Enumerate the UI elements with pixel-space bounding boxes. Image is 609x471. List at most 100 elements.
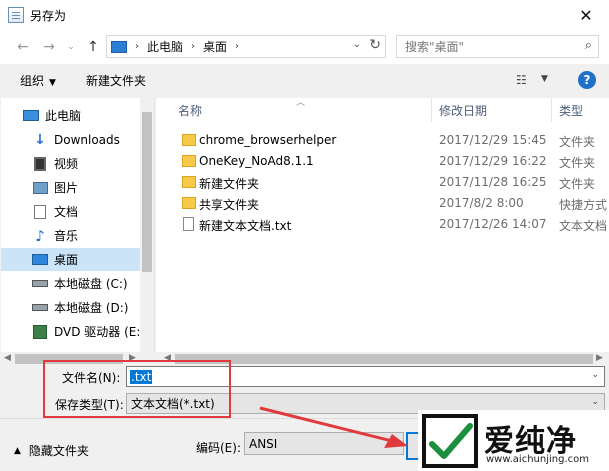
file-date: 2017/12/26 14:07 xyxy=(439,217,547,231)
scroll-right-icon[interactable]: ▶ xyxy=(596,353,603,363)
caret-down-icon[interactable]: ▼ xyxy=(541,74,548,84)
hide-folders-label: 隐藏文件夹 xyxy=(28,444,89,458)
recent-dropdown-icon[interactable]: ⌄ xyxy=(62,38,80,56)
nav-label: 图片 xyxy=(54,181,79,195)
watermark-url: www.aichunjing.com xyxy=(486,454,589,465)
chevron-down-icon[interactable]: ⌄ xyxy=(353,39,361,50)
file-date: 2017/12/29 16:22 xyxy=(439,154,547,168)
search-placeholder: 搜索"桌面" xyxy=(405,40,465,54)
organize-label: 组织 xyxy=(20,73,45,88)
nav-label: 桌面 xyxy=(54,253,79,267)
drive-icon xyxy=(32,301,48,315)
hide-folders-toggle[interactable]: ▲ 隐藏文件夹 xyxy=(14,442,89,459)
nav-item-pictures[interactable]: 图片 xyxy=(1,176,140,199)
nav-item-videos[interactable]: 视频 xyxy=(1,152,140,175)
video-icon xyxy=(32,156,48,171)
up-arrow-icon[interactable]: ↑ xyxy=(84,38,102,56)
picture-icon xyxy=(32,181,48,195)
drive-icon xyxy=(32,277,48,291)
search-input[interactable]: 搜索"桌面" ⌕ xyxy=(396,35,599,58)
nav-item-music[interactable]: ♪ 音乐 xyxy=(1,224,140,247)
nav-label: 音乐 xyxy=(54,229,79,243)
help-icon[interactable]: ? xyxy=(578,71,596,89)
nav-scrollbar[interactable] xyxy=(140,98,154,352)
shortcut-folder-icon xyxy=(182,197,196,209)
breadcrumb-this-pc[interactable]: 此电脑 xyxy=(147,38,183,55)
watermark: 爱纯净 www.aichunjing.com xyxy=(418,410,609,471)
computer-icon xyxy=(111,40,127,53)
caret-up-icon: ▲ xyxy=(14,445,21,456)
column-divider[interactable] xyxy=(551,98,552,122)
nav-item-desktop[interactable]: 桌面 xyxy=(1,248,140,271)
nav-label: Downloads xyxy=(54,132,120,147)
file-row[interactable]: 共享文件夹 2017/8/2 8:00 快捷方式 xyxy=(156,193,609,214)
close-button[interactable]: ✕ xyxy=(563,0,609,30)
nav-scroll-thumb[interactable] xyxy=(142,112,152,272)
nav-label: 此电脑 xyxy=(45,109,82,123)
red-arrow-annotation xyxy=(259,406,408,448)
file-date: 2017/12/29 15:45 xyxy=(439,133,547,147)
window-title: 另存为 xyxy=(30,8,67,23)
sort-ascending-icon: ︿ xyxy=(296,98,306,108)
nav-item-downloads[interactable]: ↓ Downloads xyxy=(1,128,140,151)
refresh-icon[interactable]: ↻ xyxy=(369,37,381,53)
file-type: 文件夹 xyxy=(559,177,596,191)
file-row[interactable]: chrome_browserhelper 2017/12/29 15:45 文件… xyxy=(156,130,609,151)
nav-label: 视频 xyxy=(54,157,79,171)
column-header-type[interactable]: 类型 xyxy=(559,98,583,122)
folder-icon xyxy=(182,155,196,167)
address-row: ← → ⌄ ↑ › 此电脑 › 桌面 › ⌄ ↻ 搜索"桌面" ⌕ xyxy=(0,30,609,64)
file-name: chrome_browserhelper xyxy=(199,133,337,147)
command-bar: 组织 ▼ 新建文件夹 ☷ ▼ ? xyxy=(0,64,609,96)
title-bar: 另存为 ✕ xyxy=(0,0,609,30)
forward-arrow-icon[interactable]: → xyxy=(40,38,58,56)
dvd-drive-icon xyxy=(32,324,48,339)
file-type: 文本文档 xyxy=(559,219,608,233)
music-note-icon: ♪ xyxy=(35,226,45,245)
chevron-right-icon[interactable]: › xyxy=(135,41,139,52)
folder-icon xyxy=(182,176,196,188)
chevron-right-icon[interactable]: › xyxy=(191,41,195,52)
navigation-pane[interactable]: 此电脑 ↓ Downloads 视频 图片 文档 ♪ 音乐 桌面 本地磁盘 (C… xyxy=(1,98,155,352)
download-arrow-icon: ↓ xyxy=(34,131,46,148)
nav-item-drive-c[interactable]: 本地磁盘 (C:) xyxy=(1,272,140,295)
organize-button[interactable]: 组织 ▼ xyxy=(20,72,56,89)
file-date: 2017/8/2 8:00 xyxy=(439,196,524,210)
view-options-icon[interactable]: ☷ xyxy=(516,73,527,87)
address-bar[interactable]: › 此电脑 › 桌面 › ⌄ ↻ xyxy=(106,35,386,58)
column-divider[interactable] xyxy=(431,98,432,122)
file-name: 新建文本文档.txt xyxy=(199,219,292,233)
computer-icon xyxy=(23,109,39,123)
file-row[interactable]: 新建文本文档.txt 2017/12/26 14:07 文本文档 xyxy=(156,214,609,235)
caret-down-icon: ▼ xyxy=(49,77,56,88)
file-list[interactable]: ︿ 名称 修改日期 类型 chrome_browserhelper 2017/1… xyxy=(156,98,609,352)
file-row[interactable]: 新建文件夹 2017/11/28 16:25 文件夹 xyxy=(156,172,609,193)
nav-item-this-pc[interactable]: 此电脑 xyxy=(1,104,140,127)
breadcrumb-desktop[interactable]: 桌面 xyxy=(203,38,227,55)
nav-label: 文档 xyxy=(54,205,79,219)
new-folder-button[interactable]: 新建文件夹 xyxy=(86,72,146,89)
nav-label: DVD 驱动器 (E: xyxy=(54,325,140,339)
search-icon: ⌕ xyxy=(584,38,592,53)
notepad-icon xyxy=(8,7,24,23)
chevron-right-icon[interactable]: › xyxy=(235,41,239,52)
nav-item-drive-d[interactable]: 本地磁盘 (D:) xyxy=(1,296,140,319)
nav-item-documents[interactable]: 文档 xyxy=(1,200,140,223)
highlight-box xyxy=(43,360,231,418)
column-header-name[interactable]: 名称 xyxy=(178,98,202,122)
nav-item-dvd-drive[interactable]: DVD 驱动器 (E: xyxy=(1,320,140,343)
text-file-icon xyxy=(183,217,194,231)
chevron-down-icon[interactable]: ⌄ xyxy=(591,370,599,380)
file-date: 2017/11/28 16:25 xyxy=(439,175,547,189)
folder-icon xyxy=(182,134,196,146)
encoding-label: 编码(E): xyxy=(196,441,241,455)
scroll-left-icon[interactable]: ◀ xyxy=(4,353,11,363)
file-name: OneKey_NoAd8.1.1 xyxy=(199,154,314,168)
file-name: 共享文件夹 xyxy=(199,198,260,212)
file-row[interactable]: OneKey_NoAd8.1.1 2017/12/29 16:22 文件夹 xyxy=(156,151,609,172)
chevron-down-icon[interactable]: ⌄ xyxy=(591,397,599,407)
column-header-date[interactable]: 修改日期 xyxy=(439,98,487,122)
file-type: 文件夹 xyxy=(559,135,596,149)
back-arrow-icon[interactable]: ← xyxy=(14,38,32,56)
file-hscroll-thumb[interactable] xyxy=(175,354,593,364)
